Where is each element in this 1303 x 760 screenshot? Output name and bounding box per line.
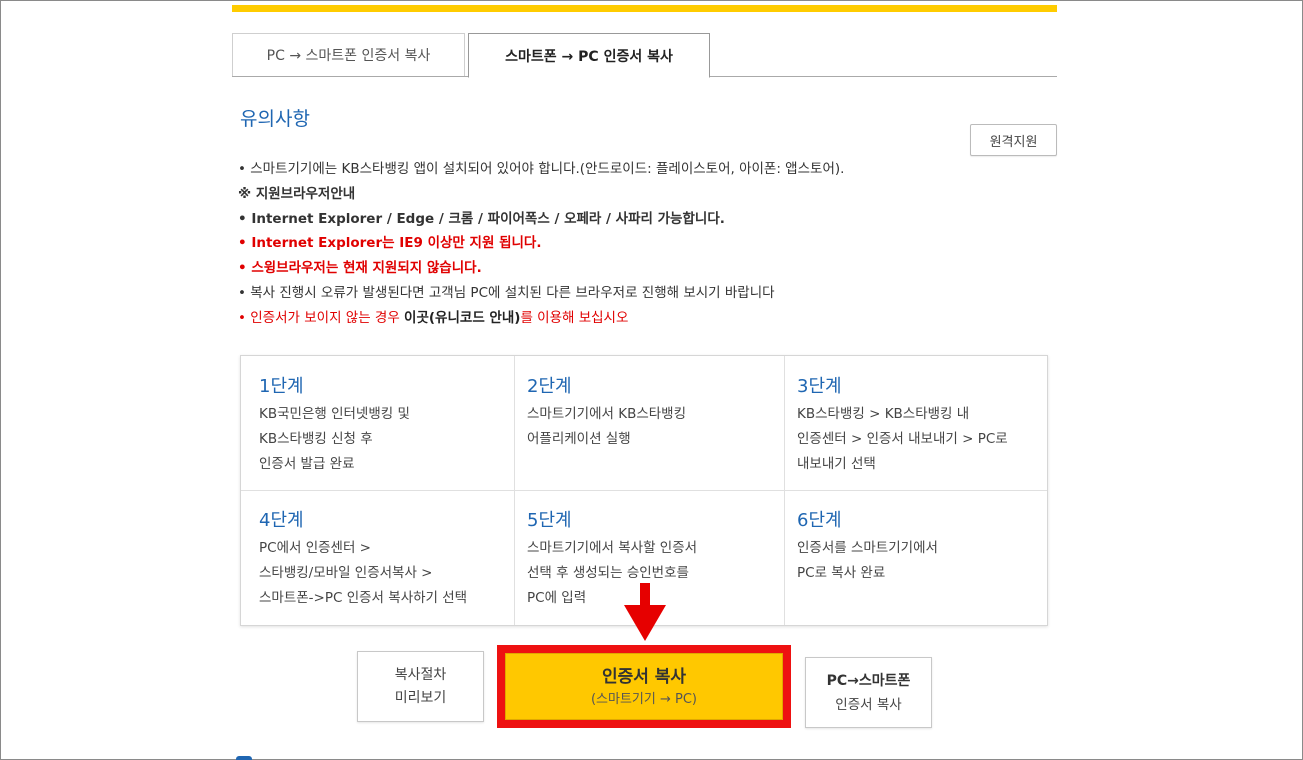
button-sublabel: 인증서 복사 [835,696,902,713]
step-6: 6단계 인증서를 스마트기기에서 PC로 복사 완료 [779,490,938,586]
step-text: 선택 후 생성되는 승인번호를 [527,565,689,581]
remote-support-button[interactable]: 원격지원 [970,124,1057,156]
step-title: 5단계 [527,510,572,531]
certificate-copy-button[interactable]: 인증서 복사 (스마트기기 → PC) [505,653,783,720]
button-label: 미리보기 [394,689,447,706]
step-3: 3단계 KB스타뱅킹 > KB스타뱅킹 내 인증센터 > 인증서 내보내기 > … [779,356,1008,477]
step-2: 2단계 스마트기기에서 KB스타뱅킹 어플리케이션 실행 [509,356,686,452]
step-text: PC로 복사 완료 [797,565,886,581]
notice-line: • 스마트기기에는 KB스타뱅킹 앱이 설치되어 있어야 합니다.(안드로이드:… [238,161,845,177]
step-text: 스마트기기에서 복사할 인증서 [527,540,698,556]
notice-line: • Internet Explorer는 IE9 이상만 지원 됩니다. [238,235,542,252]
notice-line: • 복사 진행시 오류가 발생된다면 고객님 PC에 설치된 다른 브라우저로 … [238,284,775,301]
tab-pc-to-smartphone[interactable]: PC → 스마트폰 인증서 복사 [232,33,465,76]
notice-line: • 스윙브라우저는 현재 지원되지 않습니다. [238,260,482,277]
notice-line: ※ 지원브라우저안내 [238,185,356,202]
notice-list: • 스마트기기에는 KB스타뱅킹 앱이 설치되어 있어야 합니다.(안드로이드:… [238,157,1018,331]
step-text: 스마트폰->PC 인증서 복사하기 선택 [259,590,468,606]
step-text: 스타뱅킹/모바일 인증서복사 > [259,565,433,581]
scroll-indicator [236,756,252,760]
step-text: 인증서 발급 완료 [259,456,355,472]
step-text: 내보내기 선택 [797,456,876,472]
step-1: 1단계 KB국민은행 인터넷뱅킹 및 KB스타뱅킹 신청 후 인증서 발급 완료 [241,356,410,477]
red-arrow-down-icon [624,583,666,641]
step-text: 스마트기기에서 KB스타뱅킹 [527,406,687,422]
step-title: 1단계 [259,376,304,397]
step-title: 4단계 [259,510,304,531]
button-label: 복사절차 [394,666,447,683]
button-label: PC→스마트폰 [826,672,911,689]
unicode-guide-link[interactable]: 이곳(유니코드 안내) [404,310,520,326]
step-text: PC에 입력 [527,590,587,606]
tab-smartphone-to-pc[interactable]: 스마트폰 → PC 인증서 복사 [468,33,710,78]
step-text: KB국민은행 인터넷뱅킹 및 [259,406,410,422]
step-text: 인증서를 스마트기기에서 [797,540,938,556]
notice-line: • Internet Explorer / Edge / 크롬 / 파이어폭스 … [238,210,725,227]
notice-line: • 인증서가 보이지 않는 경우 이곳(유니코드 안내)를 이용해 보십시오 [238,306,1018,331]
step-title: 6단계 [797,510,842,531]
step-title: 2단계 [527,376,572,397]
notice-title: 유의사항 [240,108,310,130]
step-title: 3단계 [797,376,842,397]
notice-text: 를 이용해 보십시오 [520,309,629,326]
notice-text: • 인증서가 보이지 않는 경우 [238,309,405,326]
step-text: PC에서 인증센터 > [259,540,371,556]
top-accent-bar [232,5,1057,12]
step-text: 인증센터 > 인증서 내보내기 > PC로 [797,431,1008,447]
step-text: KB스타뱅킹 신청 후 [259,431,373,447]
pc-to-smartphone-copy-button[interactable]: PC→스마트폰 인증서 복사 [805,657,932,728]
tab-bar: PC → 스마트폰 인증서 복사 스마트폰 → PC 인증서 복사 [232,33,1057,78]
copy-procedure-preview-button[interactable]: 복사절차 미리보기 [357,651,484,722]
step-5: 5단계 스마트기기에서 복사할 인증서 선택 후 생성되는 승인번호를 PC에 … [509,490,697,611]
button-label: 인증서 복사 [601,666,687,687]
step-4: 4단계 PC에서 인증센터 > 스타뱅킹/모바일 인증서복사 > 스마트폰->P… [241,490,467,611]
step-text: KB스타뱅킹 > KB스타뱅킹 내 [797,406,970,422]
step-text: 어플리케이션 실행 [527,431,631,447]
button-sublabel: (스마트기기 → PC) [590,691,698,707]
